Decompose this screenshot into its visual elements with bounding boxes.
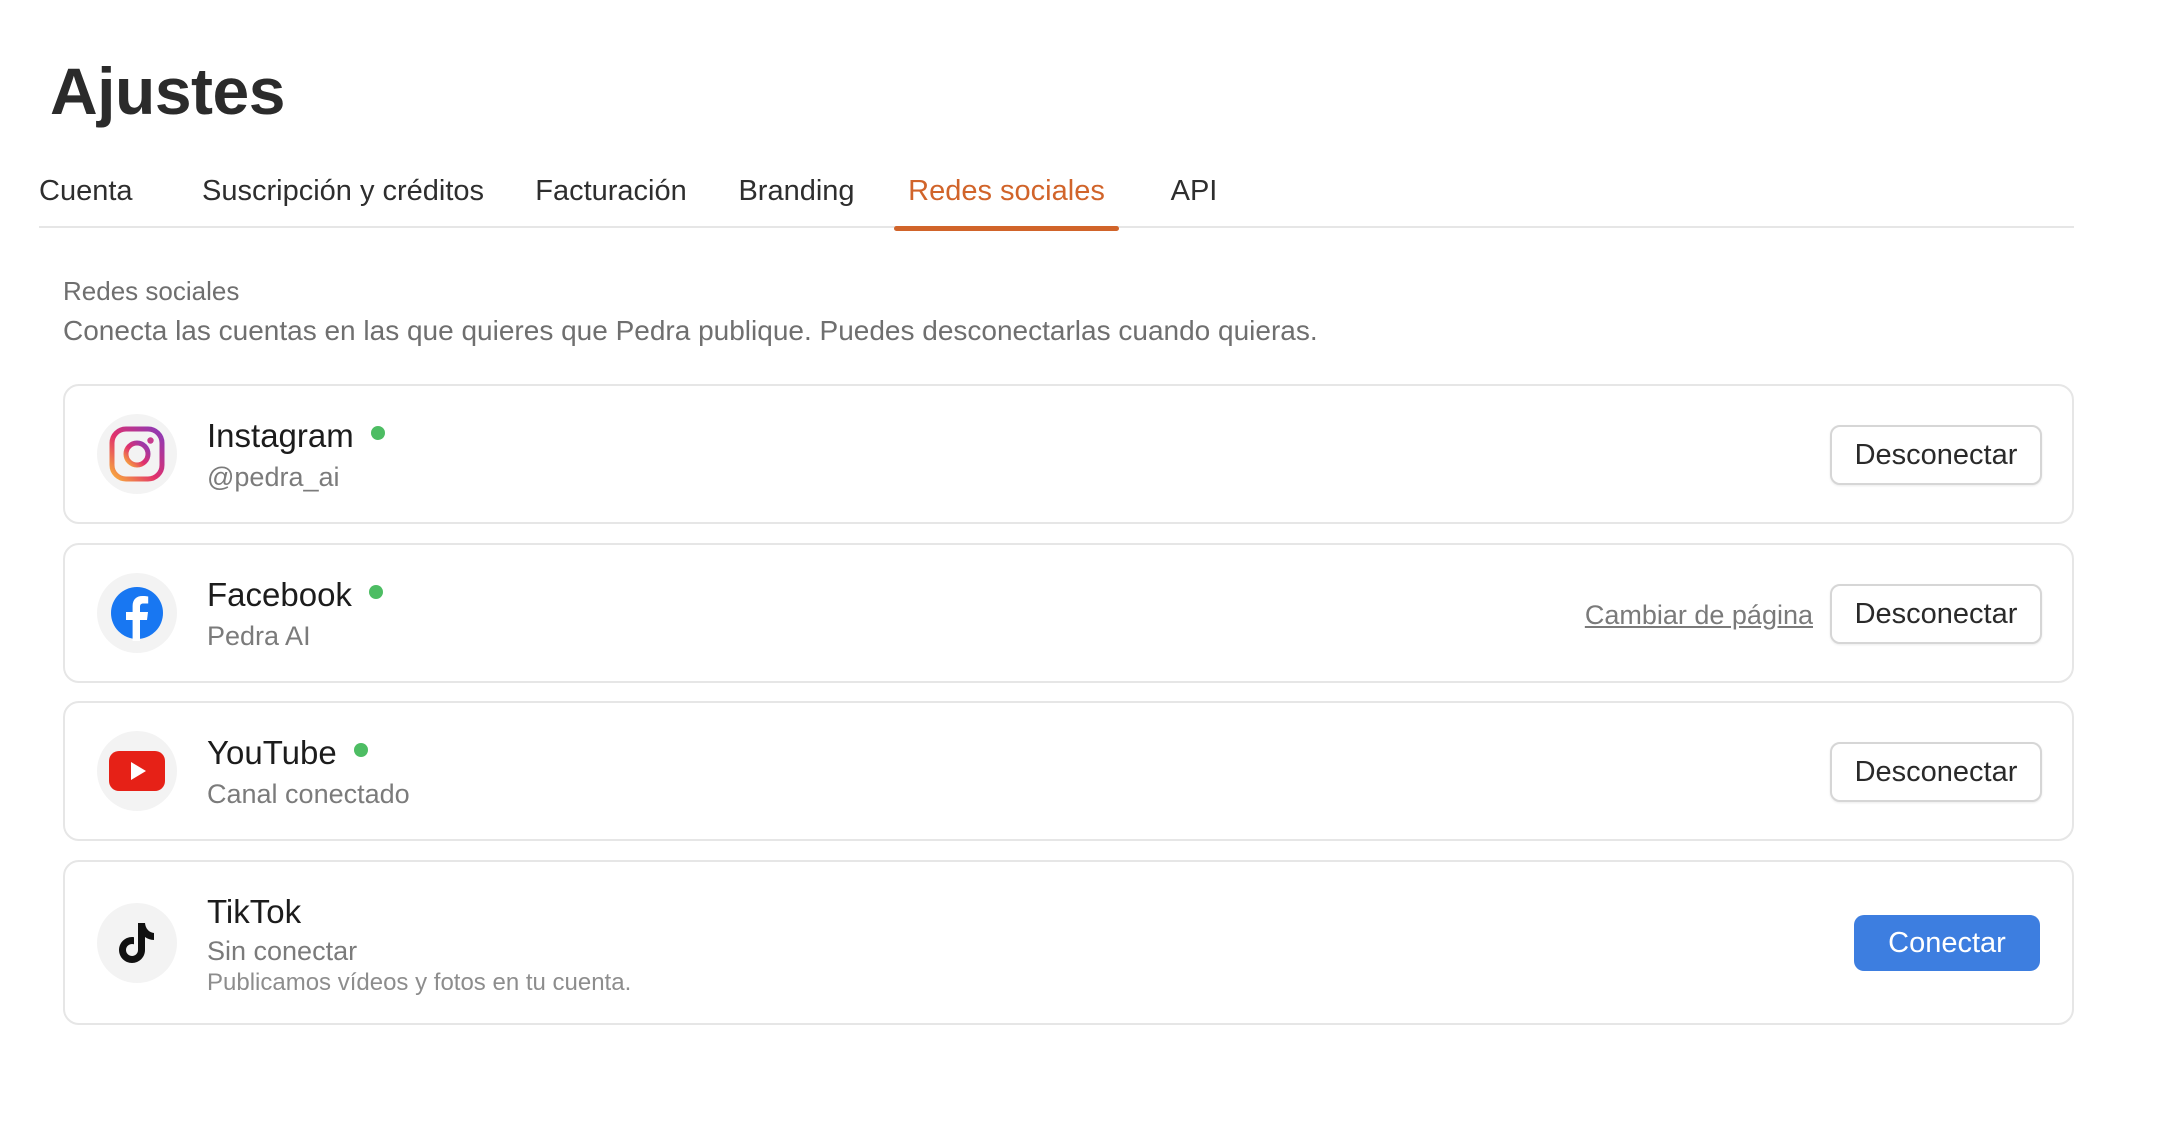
account-card-facebook: Facebook Pedra AI Cambiar de página Desc…	[63, 543, 2074, 683]
tab-suscripcion-creditos[interactable]: Suscripción y créditos	[202, 168, 484, 228]
account-handle: @pedra_ai	[207, 462, 340, 492]
account-name: TikTok	[207, 893, 302, 930]
account-card-instagram: Instagram @pedra_ai Desconectar	[63, 384, 2074, 524]
tab-facturacion[interactable]: Facturación	[535, 168, 687, 228]
account-name: YouTube	[207, 734, 337, 771]
account-card-youtube: YouTube Canal conectado Desconectar	[63, 701, 2074, 841]
account-name-row: Facebook	[207, 575, 383, 615]
account-channel-status: Canal conectado	[207, 779, 410, 809]
facebook-icon	[111, 587, 163, 641]
youtube-logo	[97, 731, 177, 811]
connected-status-dot	[368, 585, 383, 599]
account-page-name: Pedra AI	[207, 621, 311, 651]
tab-redes-sociales[interactable]: Redes sociales	[894, 168, 1119, 231]
section-description: Conecta las cuentas en las que quieres q…	[63, 315, 1318, 346]
connected-status-dot	[370, 426, 385, 440]
tab-branding[interactable]: Branding	[737, 168, 856, 228]
tiktok-icon	[119, 923, 154, 963]
account-status: Sin conectar	[207, 936, 358, 966]
disconnect-facebook-button[interactable]: Desconectar	[1830, 584, 2042, 644]
tiktok-logo	[97, 903, 177, 983]
connected-status-dot	[353, 743, 368, 757]
page-title: Ajustes	[50, 54, 285, 128]
instagram-logo	[97, 414, 177, 494]
settings-tabs: Cuenta Suscripción y créditos Facturació…	[39, 168, 2074, 231]
instagram-icon	[109, 426, 165, 482]
account-name: Facebook	[207, 576, 352, 613]
settings-page: Ajustes Cuenta Suscripción y créditos Fa…	[0, 0, 2162, 1134]
account-name-row: YouTube	[207, 733, 368, 773]
tab-cuenta[interactable]: Cuenta	[39, 168, 133, 228]
account-note: Publicamos vídeos y fotos en tu cuenta.	[207, 969, 632, 996]
section-heading: Redes sociales	[63, 276, 240, 306]
change-page-link[interactable]: Cambiar de página	[1585, 598, 1813, 632]
youtube-icon	[109, 751, 165, 791]
account-name-row: TikTok	[207, 892, 301, 932]
account-name: Instagram	[207, 417, 354, 454]
disconnect-instagram-button[interactable]: Desconectar	[1830, 425, 2042, 485]
account-name-row: Instagram	[207, 416, 385, 456]
facebook-logo	[97, 573, 177, 653]
connect-tiktok-button[interactable]: Conectar	[1854, 915, 2040, 971]
tab-api[interactable]: API	[1159, 168, 1229, 228]
disconnect-youtube-button[interactable]: Desconectar	[1830, 742, 2042, 802]
account-card-tiktok: TikTok Sin conectar Publicamos vídeos y …	[63, 860, 2074, 1025]
